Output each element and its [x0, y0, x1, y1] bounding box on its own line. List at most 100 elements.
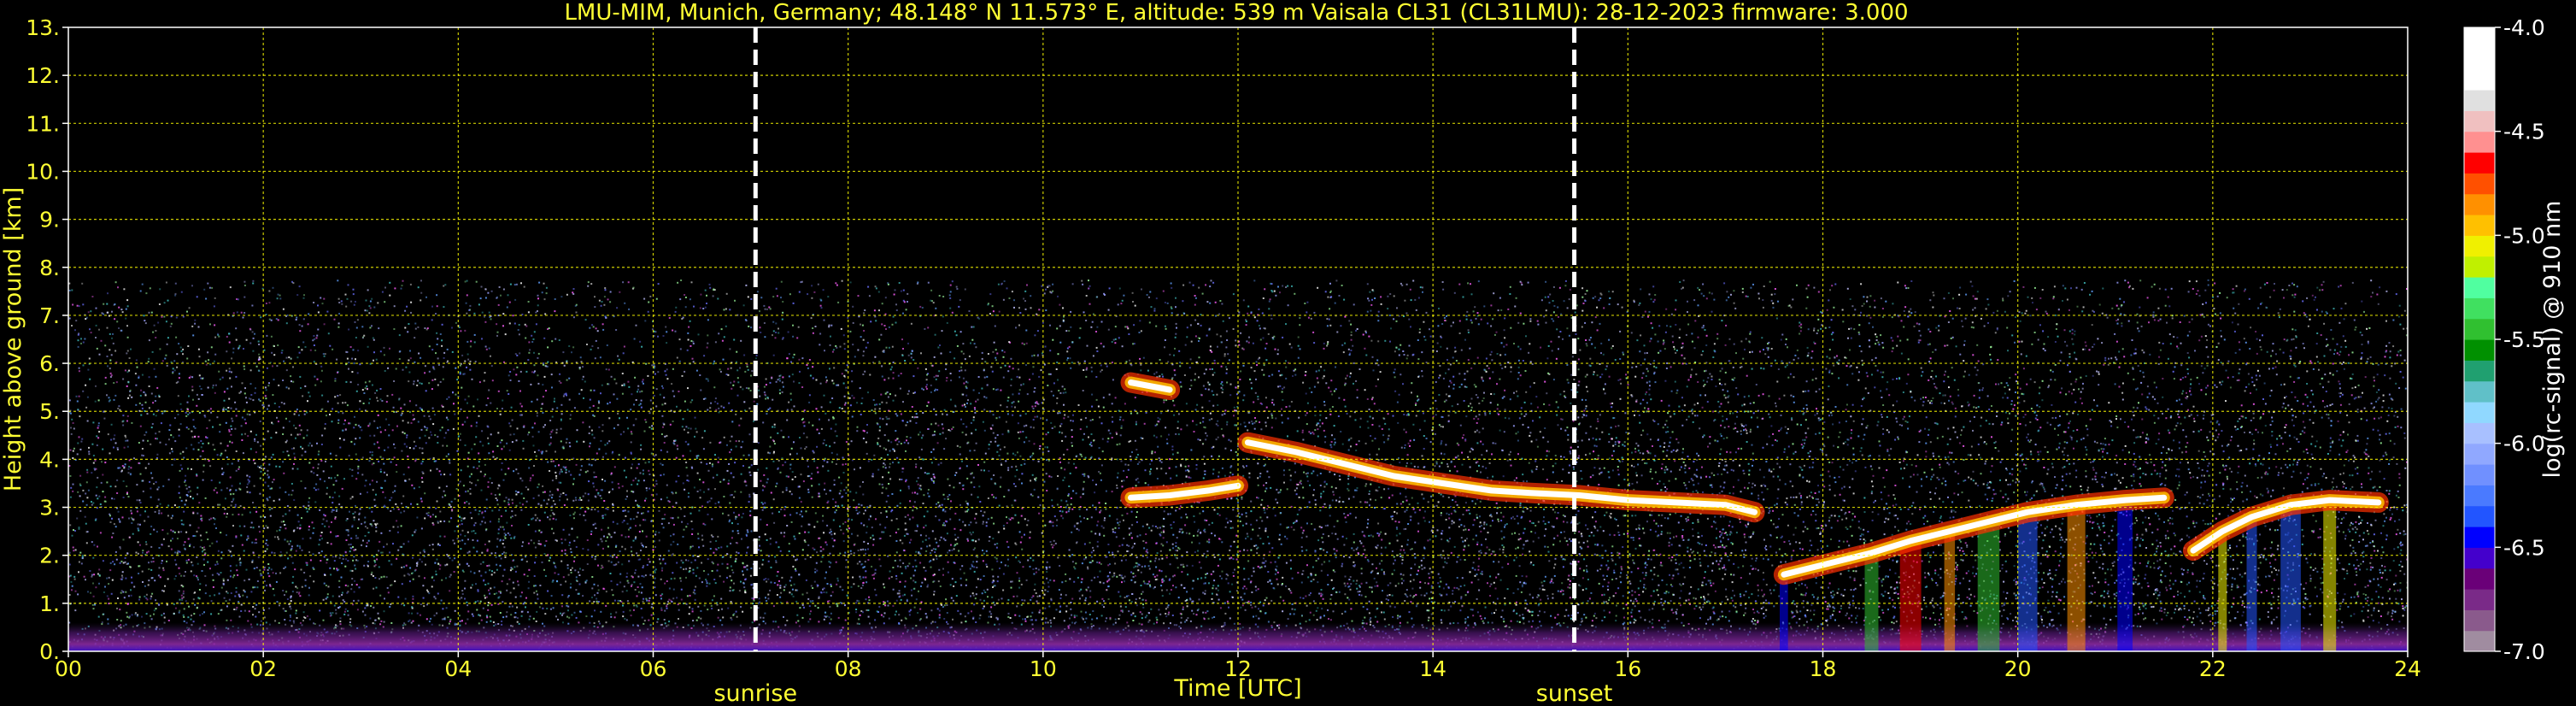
noise-speck — [1272, 508, 1275, 510]
noise-speck — [282, 433, 285, 435]
noise-speck — [1100, 479, 1102, 481]
noise-speck — [412, 578, 414, 580]
noise-speck — [960, 584, 963, 586]
noise-speck — [898, 282, 901, 284]
noise-speck — [296, 617, 298, 619]
noise-speck — [344, 608, 347, 610]
noise-speck — [903, 534, 906, 537]
noise-speck — [1135, 598, 1137, 601]
noise-speck — [2174, 534, 2176, 537]
noise-speck — [2213, 308, 2215, 309]
noise-speck — [643, 297, 646, 300]
noise-speck — [1182, 300, 1184, 303]
noise-speck — [2354, 468, 2356, 470]
noise-speck — [1448, 385, 1450, 388]
noise-speck — [1404, 299, 1406, 302]
noise-speck — [1116, 484, 1118, 486]
noise-speck — [1466, 370, 1469, 373]
noise-speck — [1646, 564, 1648, 567]
noise-speck — [1999, 570, 2001, 573]
noise-speck — [1368, 409, 1370, 410]
noise-speck — [1486, 523, 1488, 526]
noise-speck — [232, 420, 234, 422]
noise-speck — [878, 338, 881, 341]
noise-speck — [1960, 433, 1962, 436]
noise-speck — [1724, 573, 1727, 575]
noise-speck — [1701, 544, 1703, 546]
noise-speck — [565, 392, 567, 395]
noise-speck — [1603, 307, 1605, 309]
noise-speck — [520, 405, 523, 408]
noise-speck — [2268, 452, 2270, 455]
noise-speck — [2038, 392, 2040, 395]
noise-speck — [729, 440, 731, 443]
noise-speck — [2385, 290, 2388, 292]
noise-speck — [566, 394, 567, 397]
noise-speck — [1722, 389, 1724, 391]
noise-speck — [1530, 521, 1533, 524]
noise-speck — [910, 322, 912, 325]
noise-speck — [1961, 429, 1963, 432]
noise-speck — [1481, 570, 1483, 573]
noise-speck — [1652, 608, 1654, 610]
noise-speck — [1037, 403, 1040, 405]
noise-speck — [1763, 349, 1764, 351]
noise-speck — [1263, 364, 1265, 367]
noise-speck — [1866, 296, 1869, 298]
noise-speck — [578, 571, 579, 574]
noise-speck — [249, 511, 251, 514]
noise-speck — [324, 525, 326, 527]
noise-speck — [647, 510, 649, 513]
noise-speck — [1130, 456, 1132, 457]
noise-speck — [1820, 474, 1822, 476]
noise-speck — [2294, 329, 2297, 332]
noise-speck — [1769, 509, 1771, 512]
noise-speck — [392, 526, 395, 528]
noise-speck — [2392, 319, 2395, 321]
noise-speck — [1503, 536, 1505, 538]
noise-speck — [2203, 414, 2205, 416]
noise-speck — [2356, 434, 2359, 437]
noise-speck — [1073, 616, 1076, 619]
noise-speck — [150, 496, 152, 498]
noise-speck — [1793, 358, 1795, 361]
noise-speck — [836, 284, 838, 286]
noise-speck — [1922, 397, 1924, 399]
noise-speck — [2115, 462, 2118, 464]
noise-speck — [1253, 279, 1256, 282]
noise-speck — [595, 339, 597, 342]
noise-speck — [155, 415, 157, 417]
noise-speck — [1611, 552, 1613, 554]
noise-speck — [1711, 569, 1714, 572]
noise-speck — [1044, 524, 1047, 527]
noise-speck — [1946, 443, 1949, 445]
noise-speck — [246, 413, 249, 415]
noise-speck — [503, 500, 506, 503]
noise-speck — [1560, 531, 1563, 533]
noise-speck — [109, 359, 112, 362]
noise-speck — [137, 541, 139, 544]
noise-speck — [2362, 593, 2365, 595]
noise-speck — [780, 591, 783, 594]
noise-speck — [191, 376, 194, 379]
noise-speck — [1652, 618, 1654, 621]
noise-speck — [440, 599, 443, 602]
noise-speck — [856, 402, 859, 404]
noise-speck — [1733, 574, 1735, 576]
noise-speck — [313, 527, 315, 529]
noise-speck — [247, 535, 249, 538]
noise-speck — [377, 414, 379, 416]
noise-speck — [347, 614, 349, 616]
noise-speck — [210, 613, 213, 615]
noise-speck — [535, 621, 537, 622]
noise-speck — [396, 471, 398, 474]
noise-speck — [150, 443, 152, 445]
noise-speck — [954, 474, 956, 476]
noise-speck — [178, 590, 180, 592]
noise-speck — [691, 608, 694, 610]
noise-speck — [593, 389, 596, 391]
noise-speck — [712, 295, 714, 297]
noise-speck — [942, 568, 944, 570]
noise-speck — [1622, 608, 1625, 609]
noise-speck — [456, 379, 459, 381]
